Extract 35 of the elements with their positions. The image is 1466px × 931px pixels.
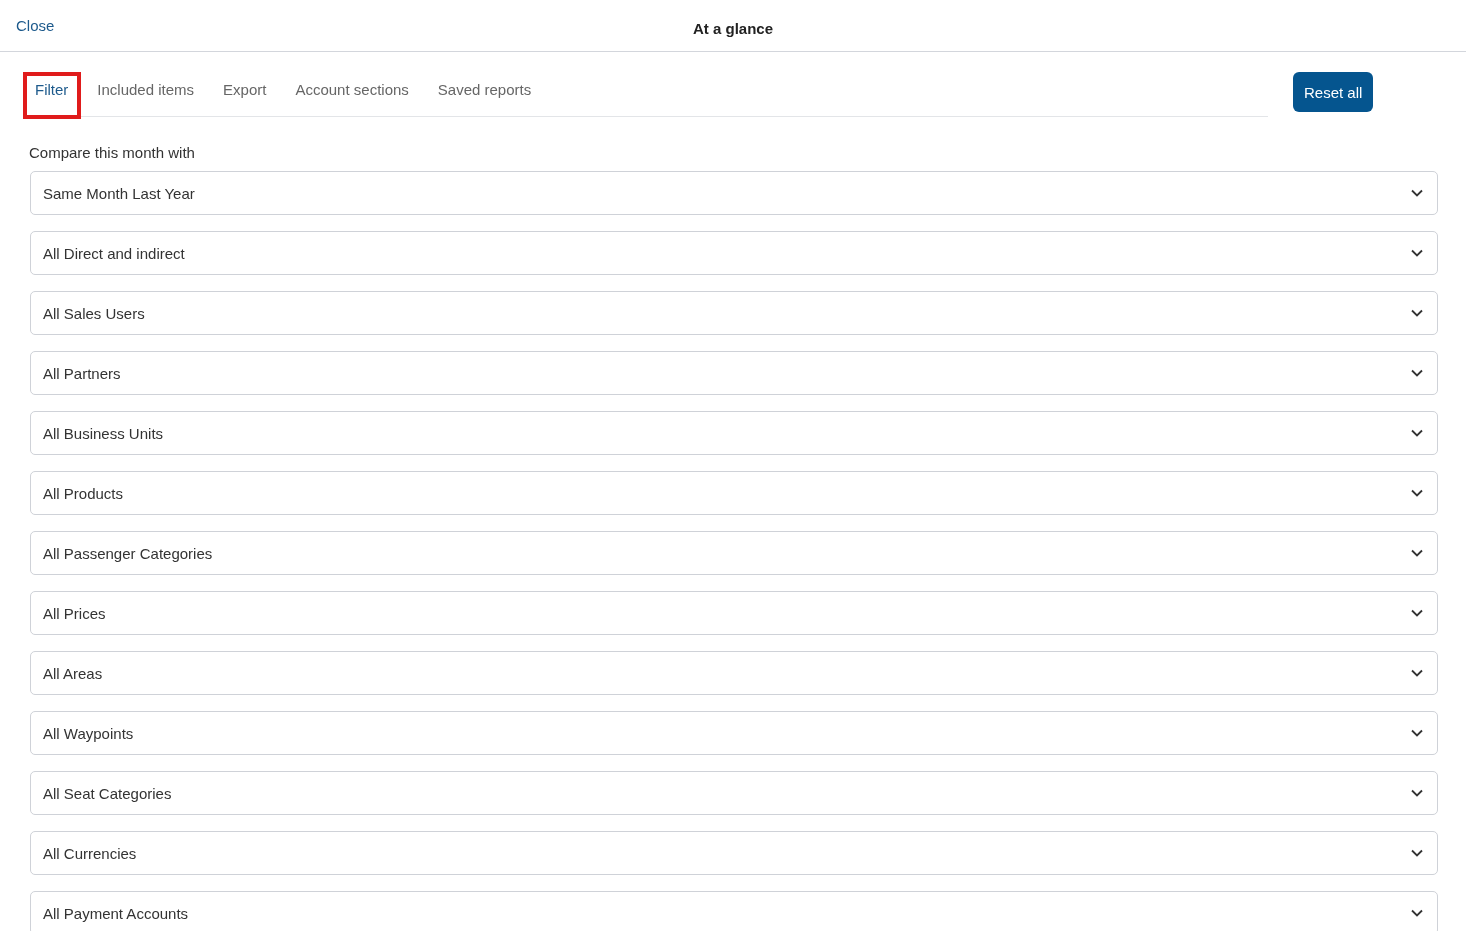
chevron-down-icon bbox=[1411, 849, 1423, 857]
filter-dropdown[interactable]: All Products bbox=[30, 471, 1438, 515]
chevron-down-icon bbox=[1411, 789, 1423, 797]
filter-dropdown[interactable]: All Sales Users bbox=[30, 291, 1438, 335]
page-title: At a glance bbox=[693, 20, 773, 37]
chevron-down-icon bbox=[1411, 369, 1423, 377]
chevron-down-icon bbox=[1411, 489, 1423, 497]
chevron-down-icon bbox=[1411, 249, 1423, 257]
chevron-down-icon bbox=[1411, 429, 1423, 437]
filter-dropdown[interactable]: All Passenger Categories bbox=[30, 531, 1438, 575]
chevron-down-icon bbox=[1411, 909, 1423, 917]
compare-label: Compare this month with bbox=[29, 144, 196, 161]
filter-dropdown[interactable]: All Partners bbox=[30, 351, 1438, 395]
chevron-down-icon bbox=[1411, 669, 1423, 677]
filter-dropdown[interactable]: All Currencies bbox=[30, 831, 1438, 875]
tab[interactable]: Export bbox=[211, 72, 280, 119]
reset-all-button[interactable]: Reset all bbox=[1293, 72, 1374, 112]
filter-dropdown[interactable]: All Business Units bbox=[30, 411, 1438, 455]
close-link[interactable]: Close bbox=[16, 17, 55, 34]
tab[interactable]: Saved reports bbox=[425, 72, 545, 119]
filter-dropdown[interactable]: All Payment Accounts bbox=[30, 891, 1438, 931]
chevron-down-icon bbox=[1411, 609, 1423, 617]
filter-dropdown[interactable]: All Direct and indirect bbox=[30, 231, 1438, 275]
filter-dropdown[interactable]: All Seat Categories bbox=[30, 771, 1438, 815]
chevron-down-icon bbox=[1411, 189, 1423, 197]
filter-dropdown[interactable]: All Areas bbox=[30, 651, 1438, 695]
filter-dropdown[interactable]: All Waypoints bbox=[30, 711, 1438, 755]
filter-dropdown[interactable]: All Prices bbox=[30, 591, 1438, 635]
chevron-down-icon bbox=[1411, 309, 1423, 317]
chevron-down-icon bbox=[1411, 729, 1423, 737]
tab[interactable]: Included items bbox=[85, 72, 208, 119]
chevron-down-icon bbox=[1411, 549, 1423, 557]
filter-dropdown[interactable]: Same Month Last Year bbox=[30, 171, 1438, 215]
tab[interactable]: Filter bbox=[23, 72, 82, 119]
tab[interactable]: Account sections bbox=[283, 72, 422, 119]
